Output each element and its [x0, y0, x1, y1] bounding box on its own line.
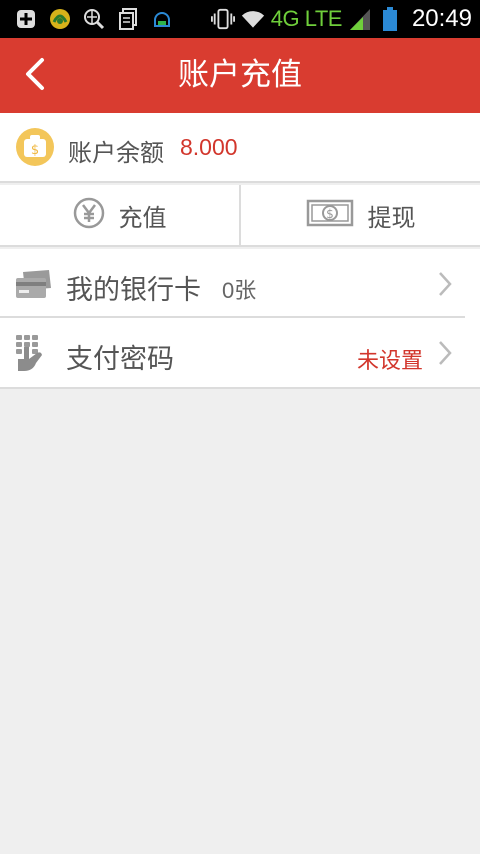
bank-card-label: 我的银行卡	[66, 275, 201, 306]
chevron-right-icon	[438, 318, 452, 387]
wifi-icon	[241, 8, 265, 30]
add-icon	[14, 8, 38, 30]
signal-icon	[348, 8, 372, 30]
chevron-right-icon	[438, 249, 452, 318]
svg-text:$: $	[326, 207, 334, 221]
pay-password-label: 支付密码	[66, 344, 174, 375]
app-icon	[48, 8, 72, 30]
list-item-pay-password[interactable]: 支付密码 未设置	[0, 318, 480, 387]
bank-card-icon	[15, 249, 53, 318]
battery-icon	[378, 7, 402, 31]
clock: 20:49	[411, 5, 472, 32]
banknote-icon: $	[306, 199, 354, 231]
withdraw-label: 提现	[367, 203, 416, 232]
message-icon	[150, 8, 174, 30]
settings-list: 我的银行卡 0张 支付密码 未设置	[0, 249, 480, 389]
recharge-button[interactable]: 充值	[0, 185, 239, 245]
withdraw-button[interactable]: $ 提现	[239, 185, 480, 245]
system-indicators: 4G LTE 20:49	[210, 4, 472, 34]
money-bag-icon: $	[15, 127, 55, 167]
balance-value: 8.000	[180, 134, 238, 160]
vibrate-icon	[210, 8, 235, 30]
balance-row: $ 账户余额 8.000	[0, 113, 480, 183]
app-header: 账户充值	[0, 38, 480, 113]
status-bar: 4G LTE 20:49	[0, 0, 480, 38]
bank-card-count: 0张	[222, 278, 257, 303]
list-item-bank-card[interactable]: 我的银行卡 0张	[0, 249, 465, 318]
svg-text:$: $	[31, 143, 39, 158]
document-icon	[116, 8, 140, 30]
network-type: 4G LTE	[270, 6, 343, 31]
action-bar: 充值 $ 提现	[0, 185, 480, 247]
yen-icon	[73, 197, 105, 233]
search-globe-icon	[82, 8, 106, 30]
notification-icons	[14, 6, 174, 32]
balance-label: 账户余额	[68, 139, 164, 167]
page-title: 账户充值	[178, 57, 302, 93]
keypad-hand-icon	[15, 318, 45, 387]
pay-password-status: 未设置	[356, 349, 423, 374]
recharge-label: 充值	[118, 203, 167, 232]
